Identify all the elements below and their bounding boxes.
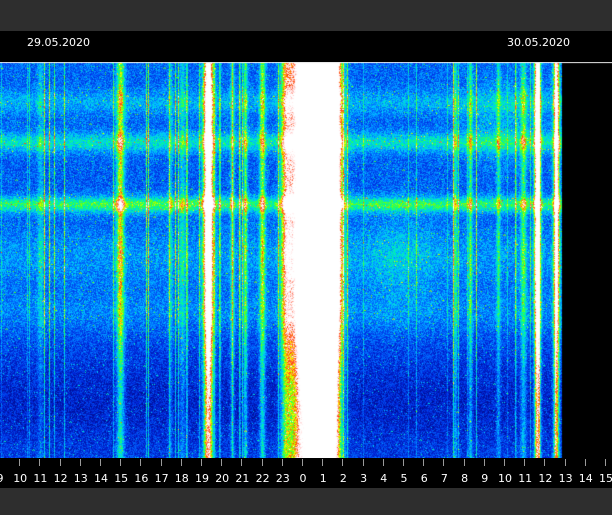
x-tick-label: 12 [538, 472, 553, 485]
x-tick-label: 4 [380, 472, 388, 485]
x-tick-mark [463, 459, 465, 466]
x-tick-label: 22 [255, 472, 270, 485]
x-tick-label: 11 [518, 472, 533, 485]
x-tick-label: 8 [461, 472, 469, 485]
x-tick-mark [261, 459, 263, 466]
x-tick-mark [221, 459, 223, 466]
x-tick-label: 11 [33, 472, 48, 485]
x-tick-label: 21 [235, 472, 250, 485]
x-tick-label: 10 [498, 472, 512, 485]
x-tick-mark [544, 459, 546, 466]
x-tick-mark [140, 459, 142, 466]
x-tick-label: 13 [558, 472, 573, 485]
x-tick-label: 1 [319, 472, 327, 485]
x-tick-label: 13 [73, 472, 88, 485]
x-tick-label: 12 [53, 472, 68, 485]
date-label-end: 30.05.2020 [507, 36, 570, 49]
x-tick-mark [483, 459, 485, 466]
x-tick-mark [160, 459, 162, 466]
x-tick-mark [19, 459, 21, 466]
x-tick-mark [564, 459, 566, 466]
x-tick-label: 17 [154, 472, 169, 485]
x-tick-mark [39, 459, 41, 466]
x-tick-mark [302, 459, 303, 466]
x-tick-mark [382, 459, 384, 466]
x-tick-label: 14 [578, 472, 593, 485]
x-tick-label: 10 [13, 472, 28, 485]
x-tick-mark [241, 459, 243, 466]
x-tick-label: 19 [195, 472, 209, 485]
spectrogram-plot [0, 62, 612, 458]
x-tick-mark [403, 459, 404, 466]
x-tick-mark [362, 459, 364, 466]
x-tick-label: 23 [275, 472, 290, 485]
x-tick-label: 15 [599, 472, 612, 485]
x-tick-label: 2 [339, 472, 347, 485]
x-tick-mark [524, 459, 526, 466]
x-tick-mark [120, 459, 122, 466]
x-tick-label: 15 [114, 472, 129, 485]
x-tick-mark [281, 459, 283, 466]
x-tick-label: 16 [134, 472, 149, 485]
x-tick-mark [423, 459, 425, 466]
x-tick-mark [322, 459, 324, 466]
x-tick-label: 0 [299, 472, 307, 485]
x-tick-label: 14 [94, 472, 108, 485]
x-tick-mark [79, 459, 81, 466]
x-tick-mark [504, 459, 505, 466]
x-tick-mark [100, 459, 101, 466]
x-tick-label: 5 [400, 472, 408, 485]
x-tick-mark [584, 459, 586, 466]
top-bar [0, 0, 612, 31]
x-tick-label: 9 [481, 472, 489, 485]
x-tick-label: 18 [174, 472, 189, 485]
x-tick-label: 20 [215, 472, 230, 485]
x-tick-mark [180, 459, 182, 466]
x-tick-label: 7 [440, 472, 448, 485]
x-tick-label: 3 [360, 472, 368, 485]
x-tick-mark [605, 459, 606, 466]
x-tick-label: 9 [0, 472, 4, 485]
date-label-start: 29.05.2020 [27, 36, 90, 49]
x-tick-mark [59, 459, 61, 466]
x-tick-mark [443, 459, 445, 466]
x-tick-label: 6 [420, 472, 428, 485]
x-tick-mark [342, 459, 344, 466]
x-tick-mark [201, 459, 202, 466]
bottom-bar [0, 488, 612, 515]
